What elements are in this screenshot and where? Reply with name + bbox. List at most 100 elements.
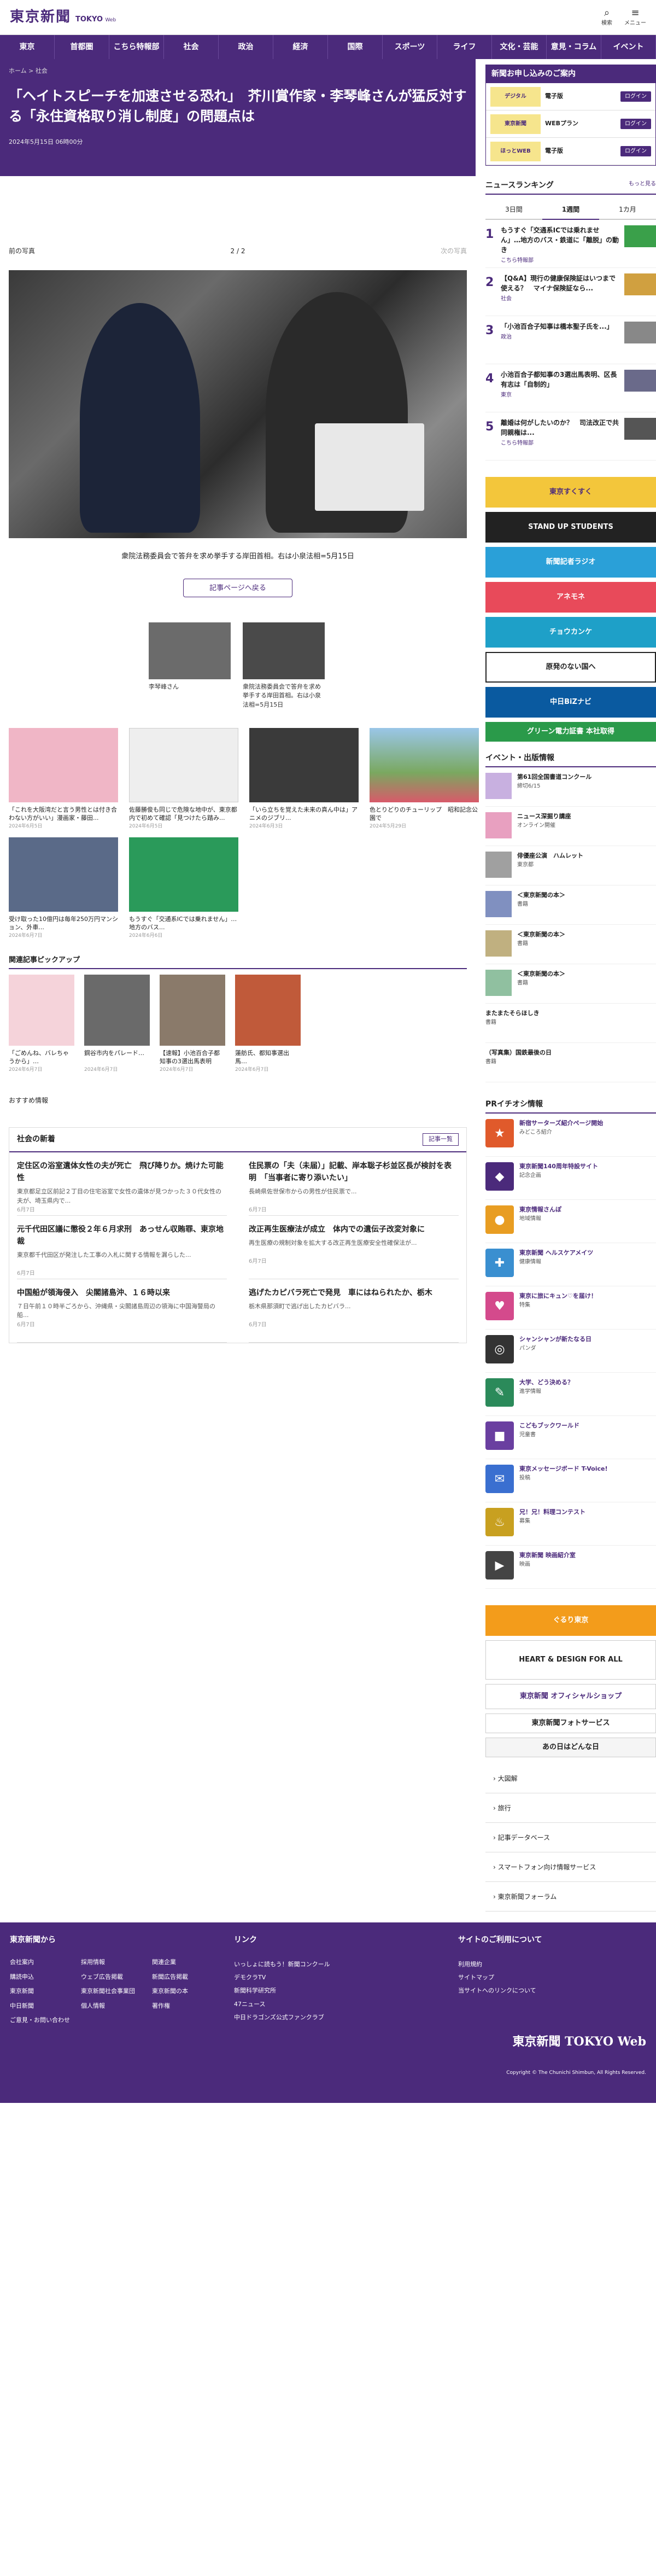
sidebar-link[interactable]: › 記事データベース <box>485 1823 656 1852</box>
banner[interactable]: あの日はどんな日 <box>485 1738 656 1757</box>
news-item[interactable]: 逃げたカピバラ死亡で発見 車にはねられたか、栃木 栃木県那須町で逃げ出したカピバラ… <box>249 1279 459 1343</box>
ranking-item[interactable]: 3 「小池百合子知事は橋本聖子氏を...」 政治 <box>485 316 656 364</box>
banner[interactable]: 原発のない国へ <box>485 652 656 683</box>
footer-link[interactable]: 会社案内 <box>10 1958 81 1967</box>
thumbnail[interactable]: 衆院法務委員会で答弁を求め挙手する岸田首相。右は小泉法相=5月15日 <box>243 622 325 710</box>
footer-link[interactable]: 新聞広告掲載 <box>152 1973 223 1982</box>
nav-item[interactable]: 東京 <box>0 35 55 59</box>
sidebar-link[interactable]: › 旅行 <box>485 1793 656 1823</box>
pickup-item[interactable]: 「ごめんね、バレちゃうから」… 2024年6月7日 <box>9 974 74 1074</box>
pickup-item[interactable]: 蓮舫氏、都知事選出馬… 2024年6月7日 <box>235 974 301 1074</box>
ranking-tab[interactable]: 1週間 <box>542 200 599 220</box>
nav-item[interactable]: こちら特報部 <box>109 35 164 59</box>
login-button[interactable]: ログイン <box>620 146 651 156</box>
nav-item[interactable]: イベント <box>601 35 656 59</box>
pickup-item[interactable]: 鋼谷市内をパレード… 2024年6月7日 <box>84 974 150 1074</box>
login-button[interactable]: ログイン <box>620 119 651 129</box>
footer-logo[interactable]: 東京新聞 TOKYO Web <box>10 2033 646 2051</box>
nav-item[interactable]: 国際 <box>328 35 383 59</box>
sidebar-link[interactable]: › 東京新聞フォーラム <box>485 1882 656 1911</box>
footer-link[interactable]: 47ニュース <box>234 1998 447 2011</box>
footer-link[interactable]: ご意見・お問い合わせ <box>10 2016 81 2025</box>
breadcrumb[interactable]: ホーム > 社会 <box>9 67 467 76</box>
nav-item[interactable]: 首都圏 <box>55 35 109 59</box>
back-to-article-button[interactable]: 記事ページへ戻る <box>183 578 292 597</box>
footer-link[interactable]: 東京新聞の本 <box>152 1987 223 1996</box>
event-item[interactable]: ＜東京新聞の本＞ 書籍 <box>485 885 656 925</box>
banner[interactable]: チョウカンケ <box>485 617 656 648</box>
nav-item[interactable]: 経済 <box>273 35 328 59</box>
prev-photo-link[interactable]: 前の写真 <box>9 246 35 256</box>
event-item[interactable]: ＜東京新聞の本＞ 書籍 <box>485 964 656 1004</box>
ranking-item[interactable]: 5 離婚は何がしたいのか？ 司法改正で共同親権は... こちら特報部 <box>485 412 656 461</box>
footer-link[interactable]: 個人情報 <box>81 2002 152 2011</box>
banner[interactable]: STAND UP STUDENTS <box>485 512 656 543</box>
search-button[interactable]: ⌕ 検索 <box>596 7 618 27</box>
sidebar-link[interactable]: › スマートフォン向け情報サービス <box>485 1852 656 1882</box>
news-item[interactable]: 改正再生医療法が成立 体内での遺伝子改変対象に 再生医療の規制対象を拡大する改正再… <box>249 1216 459 1279</box>
banner[interactable]: HEART & DESIGN FOR ALL <box>485 1640 656 1680</box>
event-item[interactable]: 第61回全国書道コンクール 締切6/15 <box>485 767 656 807</box>
footer-link[interactable]: ウェブ広告掲載 <box>81 1973 152 1982</box>
footer-link[interactable]: 中日ドラゴンズ公式ファンクラブ <box>234 2011 447 2024</box>
pickup-item[interactable]: 【速報】小池百合子都知事の3選出馬表明 2024年6月7日 <box>160 974 225 1074</box>
event-item[interactable]: 俳優座公演 ハムレット 東京都 <box>485 846 656 885</box>
event-item[interactable]: （写真集）国鉄最後の日 書籍 <box>485 1043 656 1082</box>
nav-item[interactable]: 社会 <box>164 35 219 59</box>
related-item[interactable]: 「これを大阪湾だと言う男性とは付き合わない方がいい」漫画家・藤田... 2024年… <box>9 728 118 831</box>
pr-item[interactable]: ◆ 東京新聞140周年特設サイト 記念企画 <box>485 1157 656 1200</box>
news-item[interactable]: 住民票の「夫（未届）」記載、岸本聡子杉並区長が検討を表明 「当事者に寄り添いたい… <box>249 1152 459 1216</box>
site-logo[interactable]: 東京新聞 TOKYO Web <box>10 7 116 28</box>
nav-item[interactable]: 意見・コラム <box>547 35 601 59</box>
footer-link[interactable]: 東京新聞社会事業団 <box>81 1987 152 1996</box>
footer-link[interactable]: サイトマップ <box>458 1971 644 1984</box>
footer-link[interactable]: 東京新聞 <box>10 1987 81 1996</box>
banner[interactable]: 東京新聞 オフィシャルショップ <box>485 1684 656 1709</box>
ranking-item[interactable]: 1 もうすぐ「交通系ICでは乗れません」…地方のバス・鉄道に「離脱」の動き こちら特… <box>485 220 656 268</box>
footer-link[interactable]: 関連企業 <box>152 1958 223 1967</box>
footer-link[interactable]: いっしょに読もう！新聞コンクール <box>234 1958 447 1971</box>
promo-row[interactable]: ほっとWEB 電子版 ログイン <box>486 138 655 165</box>
next-photo-link[interactable]: 次の写真 <box>441 246 467 256</box>
footer-link[interactable]: 採用情報 <box>81 1958 152 1967</box>
pr-item[interactable]: ✚ 東京新聞 ヘルスケアメイツ 健康情報 <box>485 1243 656 1286</box>
related-item[interactable]: もうすぐ「交通系ICでは乗れません」…地方のバス... 2024年6月6日 <box>129 837 238 940</box>
banner[interactable]: ぐるり東京 <box>485 1605 656 1636</box>
promo-row[interactable]: 東京新聞 WEBプラン ログイン <box>486 110 655 138</box>
news-item[interactable]: 元千代田区議に懲役２年６月求刑 あっせん収賄罪、東京地裁 東京都千代田区が発注した… <box>17 1216 227 1279</box>
banner[interactable]: アネモネ <box>485 582 656 613</box>
article-list-button[interactable]: 記事一覧 <box>423 1133 459 1146</box>
nav-item[interactable]: スポーツ <box>383 35 437 59</box>
nav-item[interactable]: 政治 <box>219 35 273 59</box>
banner[interactable]: 中日BiZナビ <box>485 687 656 718</box>
event-item[interactable]: ニュース深掘り講座 オンライン開催 <box>485 807 656 846</box>
footer-link[interactable]: 著作権 <box>152 2002 223 2011</box>
promo-row[interactable]: デジタル 電子版 ログイン <box>486 83 655 110</box>
pr-item[interactable]: ● 東京情報さんぽ 地域情報 <box>485 1200 656 1243</box>
news-item[interactable]: 中国船が領海侵入 尖閣諸島沖、１６時以来 ７日午前１０時半ごろから、沖縄県・尖閣諸… <box>17 1279 227 1343</box>
banner[interactable]: 新聞記者ラジオ <box>485 547 656 578</box>
pr-item[interactable]: ✎ 大学、どう決める？ 進学情報 <box>485 1373 656 1416</box>
ranking-tab[interactable]: 3日間 <box>485 200 542 220</box>
ranking-item[interactable]: 2 【Q&A】現行の健康保険証はいつまで使える？ マイナ保険証なら... 社会 <box>485 268 656 316</box>
pr-item[interactable]: ▶ 東京新聞 映画紹介室 映画 <box>485 1546 656 1589</box>
sidebar-link[interactable]: › 大図解 <box>485 1764 656 1793</box>
ranking-item[interactable]: 4 小池百合子都知事の3選出馬表明、区長有志は「自制的」 東京 <box>485 364 656 412</box>
banner[interactable]: グリーン電力証書 本社取得 <box>485 722 656 742</box>
banner[interactable]: 東京すくすく <box>485 477 656 508</box>
pr-item[interactable]: ◎ シャンシャンが新たなる日 パンダ <box>485 1330 656 1373</box>
footer-link[interactable]: 利用規約 <box>458 1958 644 1971</box>
related-item[interactable]: 受け取った10億円は毎年250万円マンション、外車... 2024年6月7日 <box>9 837 118 940</box>
footer-link[interactable]: 当サイトへのリンクについて <box>458 1984 644 1997</box>
event-item[interactable]: ＜東京新聞の本＞ 書籍 <box>485 925 656 964</box>
pr-item[interactable]: ♥ 東京に旅にキュン♡を届け！ 特集 <box>485 1286 656 1330</box>
ranking-more-link[interactable]: もっと見る <box>629 180 656 191</box>
pr-item[interactable]: ★ 新宿サーターズ紹介ページ開始 みどころ紹介 <box>485 1114 656 1157</box>
footer-link[interactable]: 中日新聞 <box>10 2002 81 2011</box>
footer-link[interactable]: 購読申込 <box>10 1973 81 1982</box>
footer-link[interactable]: デモクラTV <box>234 1971 447 1984</box>
related-item[interactable]: 佐藤勝俊も同じで危険な地中が、東京都内で初めて確認「見つけたら踏み... 2024… <box>129 728 238 831</box>
nav-item[interactable]: ライフ <box>437 35 492 59</box>
related-item[interactable]: 「いら立ちを覚えた未来の真ん中は」アニメのジブリ... 2024年6月3日 <box>249 728 359 831</box>
event-item[interactable]: またまたそらほしき 書籍 <box>485 1004 656 1043</box>
